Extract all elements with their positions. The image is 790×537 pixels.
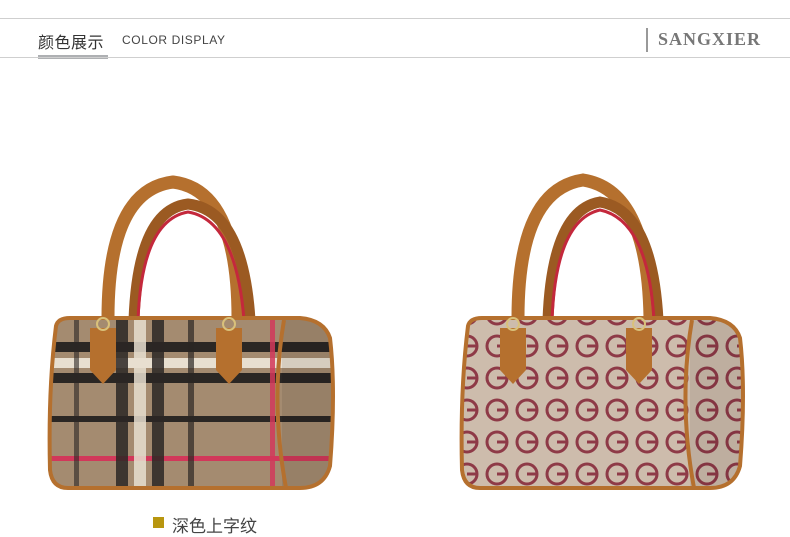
plaid-handbag-image — [47, 175, 335, 490]
brand-divider — [646, 28, 648, 52]
monogram-handbag-image — [459, 173, 745, 490]
section-title-en: COLOR DISPLAY — [122, 33, 226, 47]
section-title-cn: 颜色展示 — [38, 33, 105, 52]
brand-name: SANGXIER — [658, 29, 762, 49]
color-swatch — [153, 517, 164, 528]
header-divider — [0, 57, 790, 58]
